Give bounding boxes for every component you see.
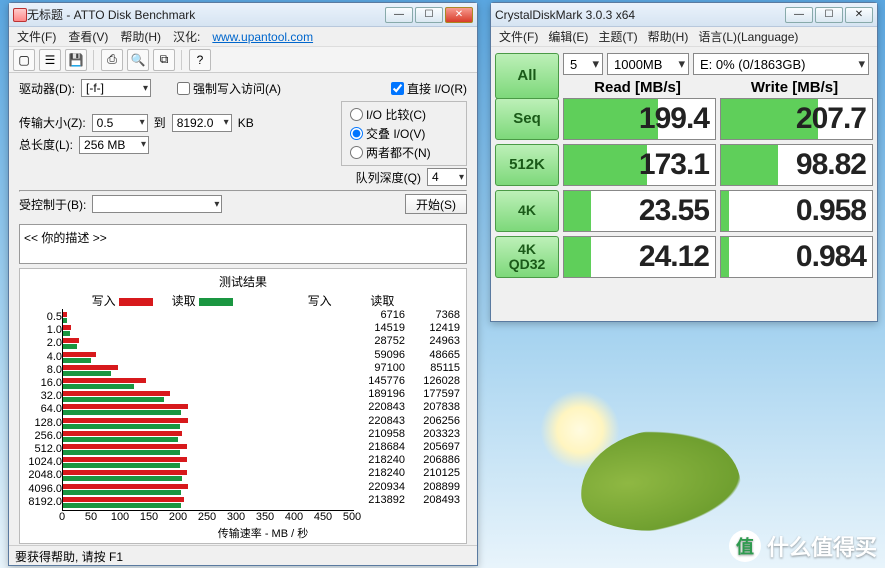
chart-bars	[62, 309, 354, 511]
cdm-write-cell: 0.984	[720, 236, 873, 278]
cdm-window: CrystalDiskMark 3.0.3 x64 — ☐ ✕ 文件(F) 编辑…	[490, 2, 878, 322]
help-cursor-icon[interactable]: ?	[189, 49, 211, 71]
cdm-write-cell: 0.958	[720, 190, 873, 232]
menu-theme[interactable]: 主题(T)	[598, 28, 637, 45]
kb-label: KB	[238, 116, 254, 130]
description-box[interactable]: << 你的描述 >>	[19, 224, 467, 264]
maximize-button[interactable]: ☐	[815, 7, 843, 23]
hanhua-url[interactable]: www.upantool.com	[212, 30, 313, 44]
cdm-read-cell: 23.55	[563, 190, 716, 232]
cdm-titlebar[interactable]: CrystalDiskMark 3.0.3 x64 — ☐ ✕	[491, 3, 877, 27]
chart-xticks: 050100150200250300350400450500	[62, 511, 352, 525]
atto-title: 无标题 - ATTO Disk Benchmark	[27, 6, 385, 23]
ctrl-label: 受控制于(B):	[19, 196, 86, 213]
runs-combo[interactable]: 5	[563, 53, 603, 75]
menu-view[interactable]: 查看(V)	[68, 28, 108, 45]
xfer-to-combo[interactable]: 8192.0	[172, 114, 232, 132]
drive-combo[interactable]: E: 0% (0/1863GB)	[693, 53, 869, 75]
close-button[interactable]: ✕	[845, 7, 873, 23]
watermark-badge-icon: 值	[729, 530, 761, 562]
menu-help[interactable]: 帮助(H)	[648, 28, 689, 45]
len-combo[interactable]: 256 MB	[79, 136, 149, 154]
xfer-label: 传输大小(Z):	[19, 114, 86, 131]
menu-help[interactable]: 帮助(H)	[120, 28, 161, 45]
size-combo[interactable]: 1000MB	[607, 53, 689, 75]
io-compare-radio[interactable]: I/O 比较(C)	[350, 106, 458, 123]
to-label: 到	[154, 114, 166, 131]
force-write-checkbox[interactable]: 强制写入访问(A)	[177, 80, 281, 97]
cdm-row: 4KQD3224.120.984	[495, 236, 873, 278]
cdm-row: All	[495, 53, 559, 99]
atto-titlebar[interactable]: 无标题 - ATTO Disk Benchmark — ☐ ✕	[9, 3, 477, 27]
preview-icon[interactable]: 🔍	[127, 49, 149, 71]
chart-xlabel: 传输速率 - MB / 秒	[62, 525, 464, 541]
cdm-title: CrystalDiskMark 3.0.3 x64	[495, 8, 785, 22]
qd-combo[interactable]: 4	[427, 168, 467, 186]
atto-app-icon	[13, 8, 27, 22]
menu-file[interactable]: 文件(F)	[499, 28, 538, 45]
chart-values: 6716736814519124192875224963590964866597…	[354, 309, 464, 511]
cdm-menubar: 文件(F) 编辑(E) 主题(T) 帮助(H) 语言(L)(Language)	[491, 27, 877, 47]
cdm-row: 512K173.198.82	[495, 144, 873, 186]
cdm-test-button[interactable]: 512K	[495, 144, 559, 186]
print-icon[interactable]: ⎙	[101, 49, 123, 71]
xfer-from-combo[interactable]: 0.5	[92, 114, 148, 132]
hanhua-label: 汉化:	[173, 28, 200, 45]
maximize-button[interactable]: ☐	[415, 7, 443, 23]
menu-file[interactable]: 文件(F)	[17, 28, 56, 45]
atto-form: 驱动器(D): [-f-] 强制写入访问(A) 直接 I/O(R) 传输大小(Z…	[9, 73, 477, 222]
start-button[interactable]: 开始(S)	[405, 194, 467, 214]
cdm-read-cell: 199.4	[563, 98, 716, 140]
drive-label: 驱动器(D):	[19, 80, 75, 97]
cdm-write-cell: 207.7	[720, 98, 873, 140]
cdm-test-button[interactable]: All	[495, 53, 559, 99]
read-header: Read [MB/s]	[559, 79, 716, 96]
cdm-test-button[interactable]: 4KQD32	[495, 236, 559, 278]
copy-icon[interactable]: ⧉	[153, 49, 175, 71]
qd-label: 队列深度(Q)	[356, 169, 421, 186]
chart-ylabels: 0.51.02.04.08.016.032.064.0128.0256.0512…	[22, 309, 62, 511]
watermark: 值 什么值得买	[729, 530, 877, 562]
io-mode-group: I/O 比较(C) 交叠 I/O(V) 两者都不(N)	[341, 101, 467, 166]
cdm-body: 5 1000MB E: 0% (0/1863GB) Read [MB/s] Wr…	[491, 47, 877, 282]
menu-lang[interactable]: 语言(L)(Language)	[698, 28, 798, 45]
open-icon[interactable]: ☰	[39, 49, 61, 71]
minimize-button[interactable]: —	[785, 7, 813, 23]
menu-edit[interactable]: 编辑(E)	[548, 28, 588, 45]
cdm-write-cell: 98.82	[720, 144, 873, 186]
chart-title: 测试结果	[22, 273, 464, 290]
len-label: 总长度(L):	[19, 136, 73, 153]
ctrl-combo[interactable]	[92, 195, 222, 213]
cdm-read-cell: 24.12	[563, 236, 716, 278]
atto-statusbar: 要获得帮助, 请按 F1	[9, 545, 477, 565]
atto-window: 无标题 - ATTO Disk Benchmark — ☐ ✕ 文件(F) 查看…	[8, 2, 478, 566]
direct-io-checkbox[interactable]: 直接 I/O(R)	[391, 80, 467, 97]
description-text: 你的描述	[41, 231, 89, 245]
cdm-row: 4K23.550.958	[495, 190, 873, 232]
cdm-read-cell: 173.1	[563, 144, 716, 186]
minimize-button[interactable]: —	[385, 7, 413, 23]
cdm-test-button[interactable]: 4K	[495, 190, 559, 232]
new-icon[interactable]: ▢	[13, 49, 35, 71]
chart-legend: 写入 读取 写入 读取	[22, 292, 464, 309]
io-overlap-radio[interactable]: 交叠 I/O(V)	[350, 125, 458, 142]
close-button[interactable]: ✕	[445, 7, 473, 23]
chart-panel: 测试结果 写入 读取 写入 读取 0.51.02.04.08.016.032.0…	[19, 268, 467, 544]
io-neither-radio[interactable]: 两者都不(N)	[350, 144, 458, 161]
save-icon[interactable]: 💾	[65, 49, 87, 71]
atto-menubar: 文件(F) 查看(V) 帮助(H) 汉化: www.upantool.com	[9, 27, 477, 47]
write-header: Write [MB/s]	[716, 79, 873, 96]
drive-combo[interactable]: [-f-]	[81, 79, 151, 97]
cdm-row: Seq199.4207.7	[495, 98, 873, 140]
atto-toolbar: ▢ ☰ 💾 ⎙ 🔍 ⧉ ?	[9, 47, 477, 73]
cdm-test-button[interactable]: Seq	[495, 98, 559, 140]
